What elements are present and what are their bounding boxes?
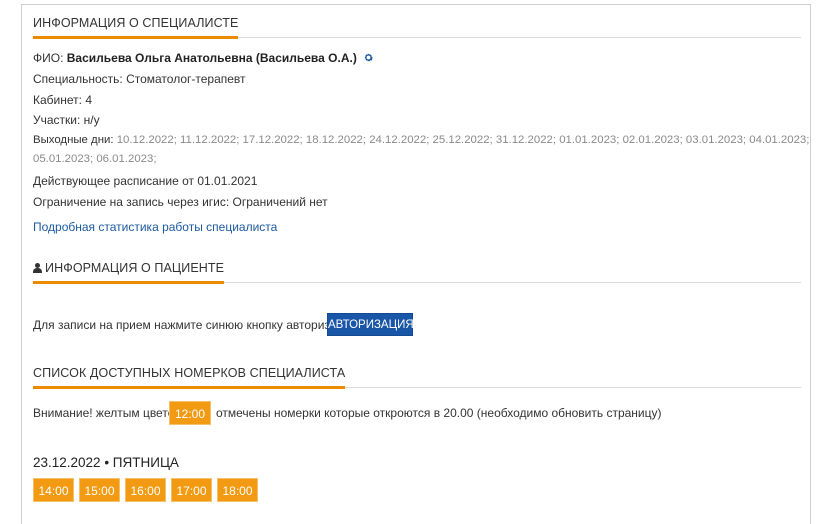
cabinet-row: Кабинет: 4 [33, 93, 92, 107]
areas-row: Участки: н/у [33, 113, 100, 127]
gear-icon[interactable] [363, 52, 374, 63]
time-slot[interactable]: 17:00 [171, 478, 212, 502]
slots-notice-after: отмечены номерки которые откроются в 20.… [216, 406, 662, 420]
days-off-label: Выходные дни: [33, 134, 117, 146]
cabinet-value: 4 [85, 93, 92, 107]
notice-sample-slot: 12:00 [169, 401, 211, 425]
fio-label: ФИО: [33, 51, 67, 65]
slots-notice-before: Внимание! желтым цветом [33, 406, 183, 420]
time-slot[interactable]: 15:00 [79, 478, 120, 502]
schedule-text: Действующее расписание от 01.01.2021 [33, 174, 258, 188]
auth-hint: Для записи на прием нажмите синюю кнопку… [33, 318, 357, 332]
specialty-row: Специальность: Стоматолог-терапевт [33, 72, 246, 86]
areas-value: н/у [83, 113, 100, 127]
time-slot[interactable]: 14:00 [33, 478, 74, 502]
person-icon [33, 263, 42, 273]
specialty-value: Стоматолог-терапевт [126, 72, 246, 86]
authorization-button[interactable]: АВТОРИЗАЦИЯ [327, 313, 414, 336]
specialist-stats-link[interactable]: Подробная статистика работы специалиста [33, 220, 277, 234]
day-title: 23.12.2022 • ПЯТНИЦА [33, 455, 179, 470]
fio-row: ФИО: Васильева Ольга Анатольевна (Василь… [33, 51, 374, 65]
patient-section-header: ИНФОРМАЦИЯ О ПАЦИЕНТЕ [33, 257, 801, 284]
days-off-row: Выходные дни: 10.12.2022; 11.12.2022; 17… [33, 134, 809, 146]
fio-value: Васильева Ольга Анатольевна (Васильева О… [66, 51, 357, 65]
days-off-list: 10.12.2022; 11.12.2022; 17.12.2022; 18.1… [116, 134, 810, 146]
time-slot[interactable]: 18:00 [217, 478, 258, 502]
specialist-section-header: ИНФОРМАЦИЯ О СПЕЦИАЛИСТЕ [33, 12, 801, 39]
cabinet-label: Кабинет: [33, 93, 86, 107]
slots-section-title: СПИСОК ДОСТУПНЫХ НОМЕРКОВ СПЕЦИАЛИСТА [33, 366, 346, 389]
slots-section-header: СПИСОК ДОСТУПНЫХ НОМЕРКОВ СПЕЦИАЛИСТА [33, 362, 801, 389]
areas-label: Участки: [33, 113, 84, 127]
specialist-section-title: ИНФОРМАЦИЯ О СПЕЦИАЛИСТЕ [33, 16, 239, 39]
specialty-label: Специальность: [33, 72, 127, 86]
days-off-list-continued: 05.01.2023; 06.01.2023; [33, 153, 157, 165]
restriction-text: Ограничение на запись через игис: Ограни… [33, 195, 328, 209]
patient-section-title-wrap: ИНФОРМАЦИЯ О ПАЦИЕНТЕ [33, 261, 225, 284]
time-slot[interactable]: 16:00 [125, 478, 166, 502]
patient-section-title: ИНФОРМАЦИЯ О ПАЦИЕНТЕ [45, 261, 225, 275]
